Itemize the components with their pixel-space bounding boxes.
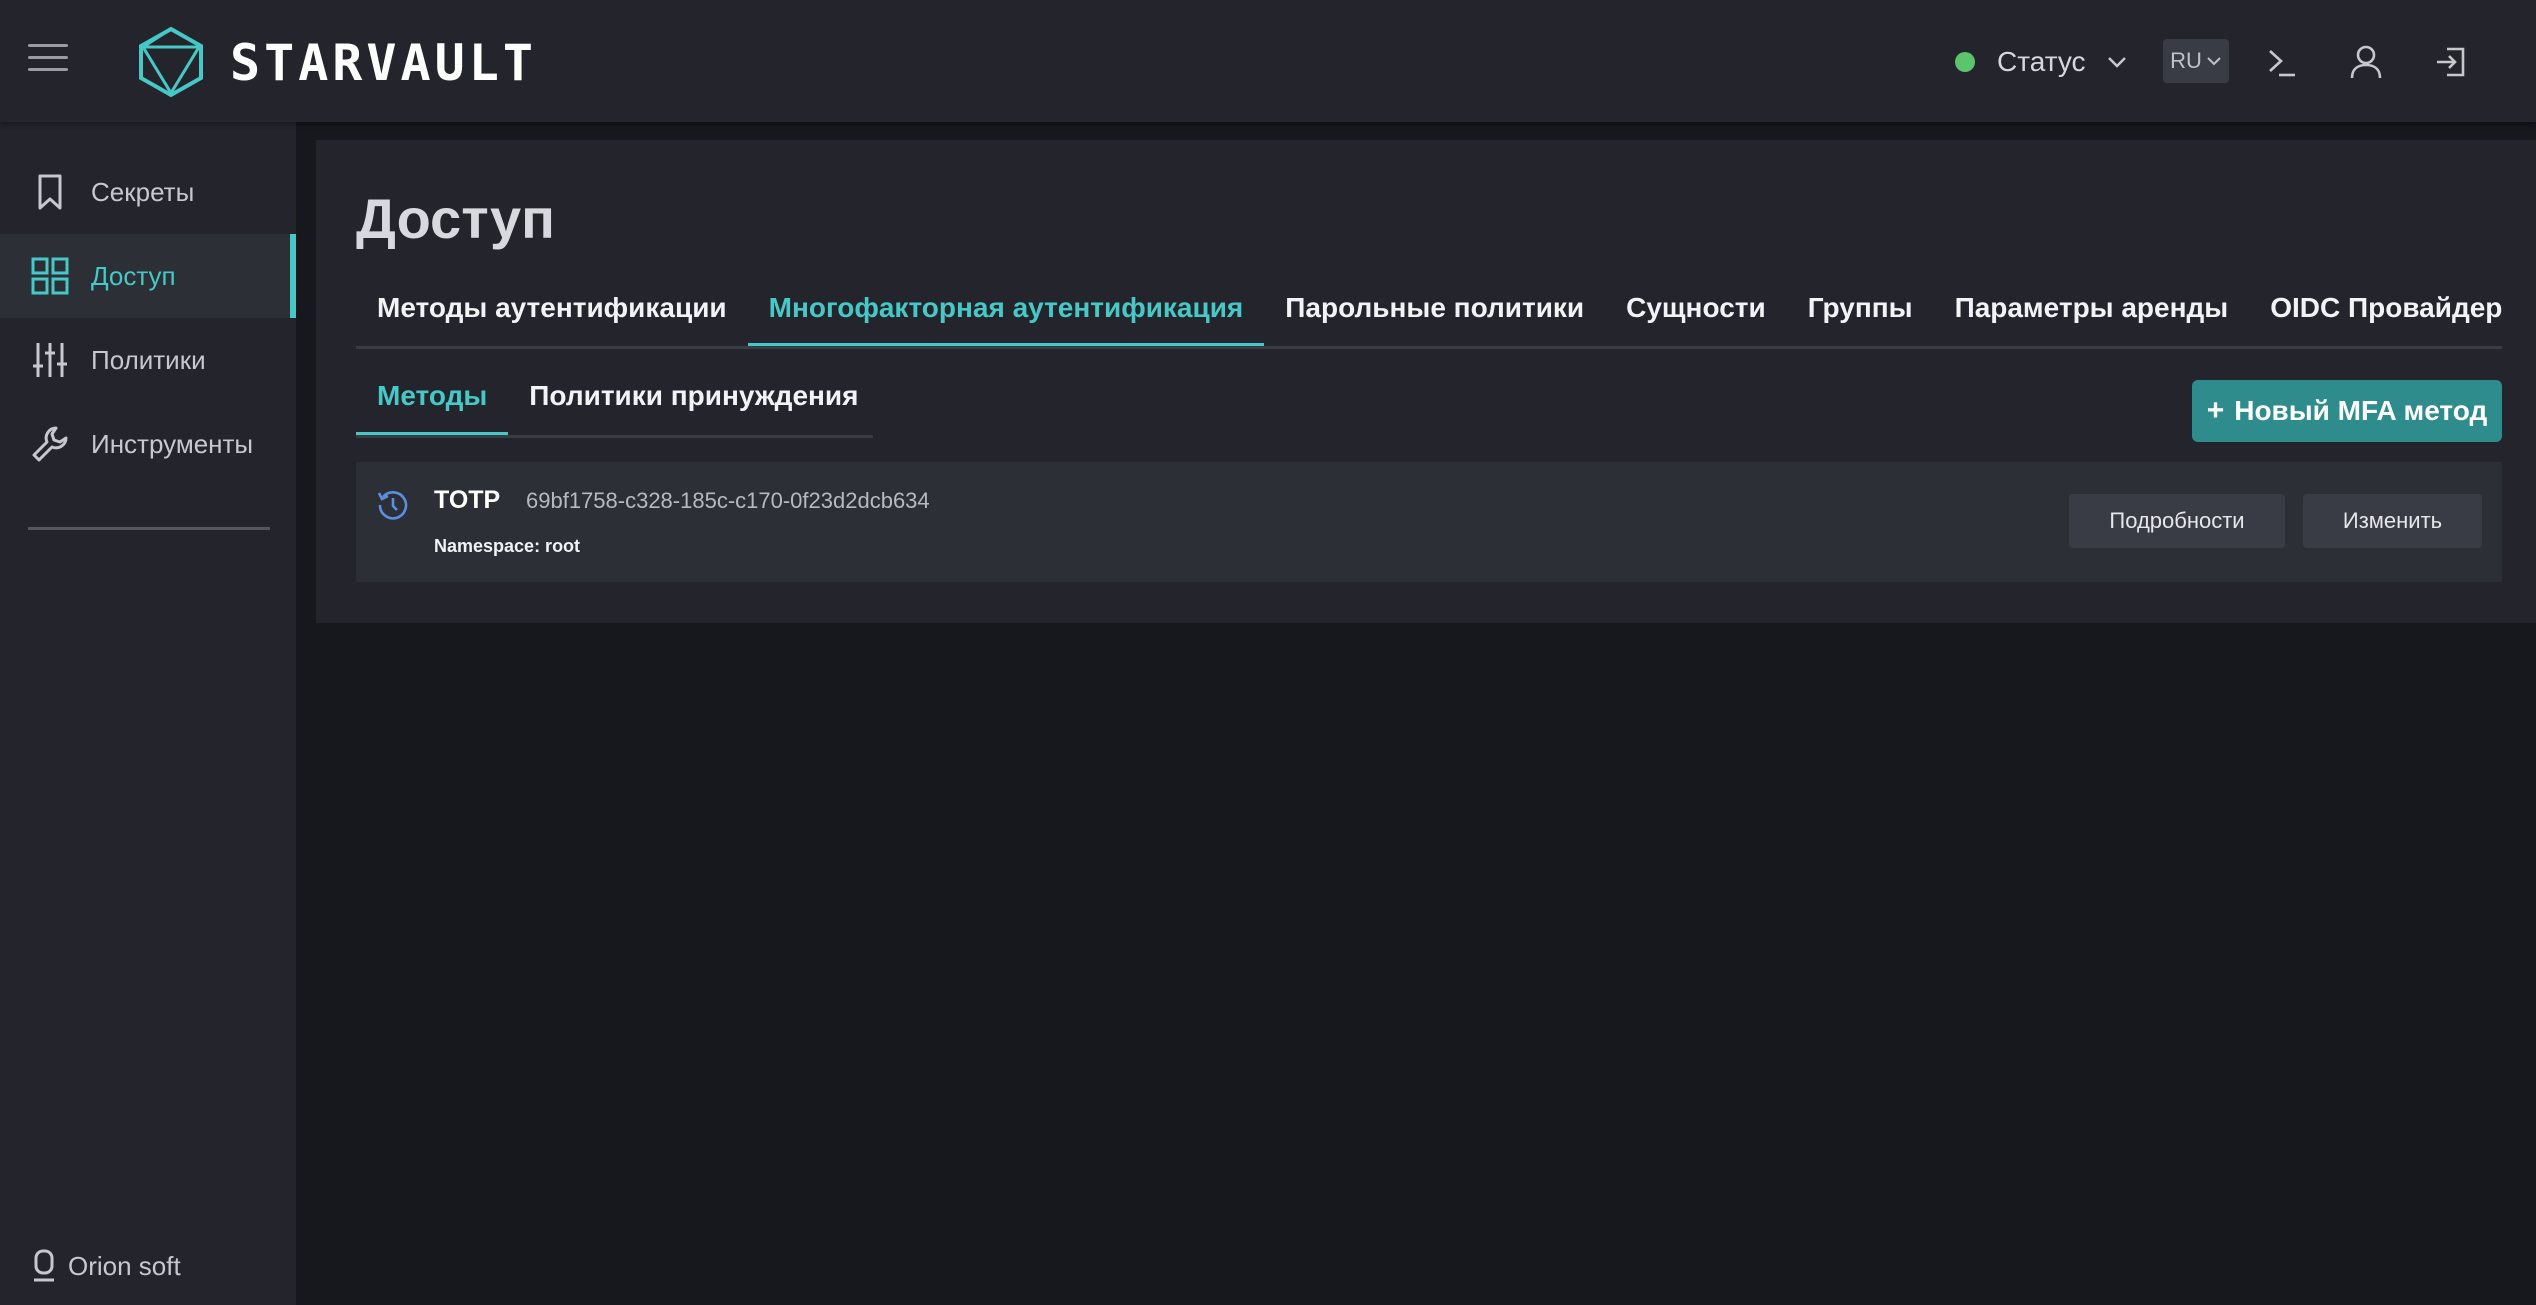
page-title: Доступ xyxy=(356,187,555,250)
mfa-method-id: 69bf1758-c328-185c-c170-0f23d2dcb634 xyxy=(526,488,930,513)
new-mfa-method-button[interactable]: + Новый MFA метод xyxy=(2192,380,2502,442)
status-label: Статус xyxy=(1997,46,2086,77)
access-tabs: Методы аутентификации Многофакторная аут… xyxy=(356,290,2502,349)
user-icon xyxy=(2350,45,2382,79)
chevron-down-icon xyxy=(2207,57,2221,66)
wrench-icon xyxy=(32,426,68,462)
logout-icon xyxy=(2437,47,2465,77)
mfa-method-namespace: Namespace: root xyxy=(434,536,581,556)
footer-brand-label: Orion soft xyxy=(68,1250,181,1281)
tab-lease-settings[interactable]: Параметры аренды xyxy=(1934,290,2250,346)
status-dropdown[interactable]: Статус xyxy=(1955,40,2128,84)
sidebar-divider xyxy=(28,527,270,530)
history-icon xyxy=(377,491,408,520)
sidebar-item-label: Инструменты xyxy=(91,428,254,459)
orion-logo-icon xyxy=(34,1249,54,1282)
tab-mfa[interactable]: Многофакторная аутентификация xyxy=(747,290,1265,346)
tab-password-policies[interactable]: Парольные политики xyxy=(1264,290,1605,346)
tab-auth-methods[interactable]: Методы аутентификации xyxy=(356,290,748,346)
terminal-button[interactable] xyxy=(2260,40,2304,84)
subtab-enforcement-policies[interactable]: Политики принуждения xyxy=(508,378,879,435)
sidebar-item-tools[interactable]: Инструменты xyxy=(0,402,296,486)
mfa-method-row: TOTP 69bf1758-c328-185c-c170-0f23d2dcb63… xyxy=(356,462,2502,582)
sliders-icon xyxy=(33,343,67,377)
sidebar-item-policies[interactable]: Политики xyxy=(0,318,296,402)
top-bar: STARVAULT Статус RU xyxy=(0,0,2536,122)
grid-icon xyxy=(31,257,69,295)
chevron-down-icon xyxy=(2107,57,2126,68)
edit-button[interactable]: Изменить xyxy=(2303,494,2482,548)
user-button[interactable] xyxy=(2344,40,2388,84)
new-mfa-method-label: Новый MFA метод xyxy=(2234,395,2488,426)
tab-oidc-provider[interactable]: OIDC Провайдер xyxy=(2249,290,2523,346)
sidebar-item-label: Секреты xyxy=(91,176,195,207)
language-selector[interactable]: RU xyxy=(2163,39,2229,83)
main-panel: Доступ Методы аутентификации Многофактор… xyxy=(316,140,2536,623)
logo-icon xyxy=(139,26,203,98)
details-button[interactable]: Подробности xyxy=(2069,494,2285,548)
menu-icon[interactable] xyxy=(28,44,68,78)
subtab-methods[interactable]: Методы xyxy=(356,378,509,435)
logo-text: STARVAULT xyxy=(230,34,537,92)
plus-icon: + xyxy=(2206,394,2225,427)
terminal-icon xyxy=(2269,50,2295,77)
sidebar-item-label: Политики xyxy=(91,344,206,375)
logout-button[interactable] xyxy=(2429,40,2473,84)
sidebar-item-secrets[interactable]: Секреты xyxy=(0,150,296,234)
mfa-method-type: TOTP xyxy=(434,486,501,514)
status-indicator xyxy=(1955,52,1975,72)
tab-groups[interactable]: Группы xyxy=(1787,290,1934,346)
footer-brand: Orion soft xyxy=(32,1249,181,1283)
language-label: RU xyxy=(2170,48,2202,73)
sidebar: Секреты Доступ Политики Инструменты Orio… xyxy=(0,122,296,1305)
mfa-subtabs: Методы Политики принуждения xyxy=(356,378,873,438)
bookmark-icon xyxy=(38,174,62,210)
sidebar-item-access[interactable]: Доступ xyxy=(0,234,296,318)
tab-entities[interactable]: Сущности xyxy=(1605,290,1787,346)
sidebar-item-label: Доступ xyxy=(91,260,176,291)
